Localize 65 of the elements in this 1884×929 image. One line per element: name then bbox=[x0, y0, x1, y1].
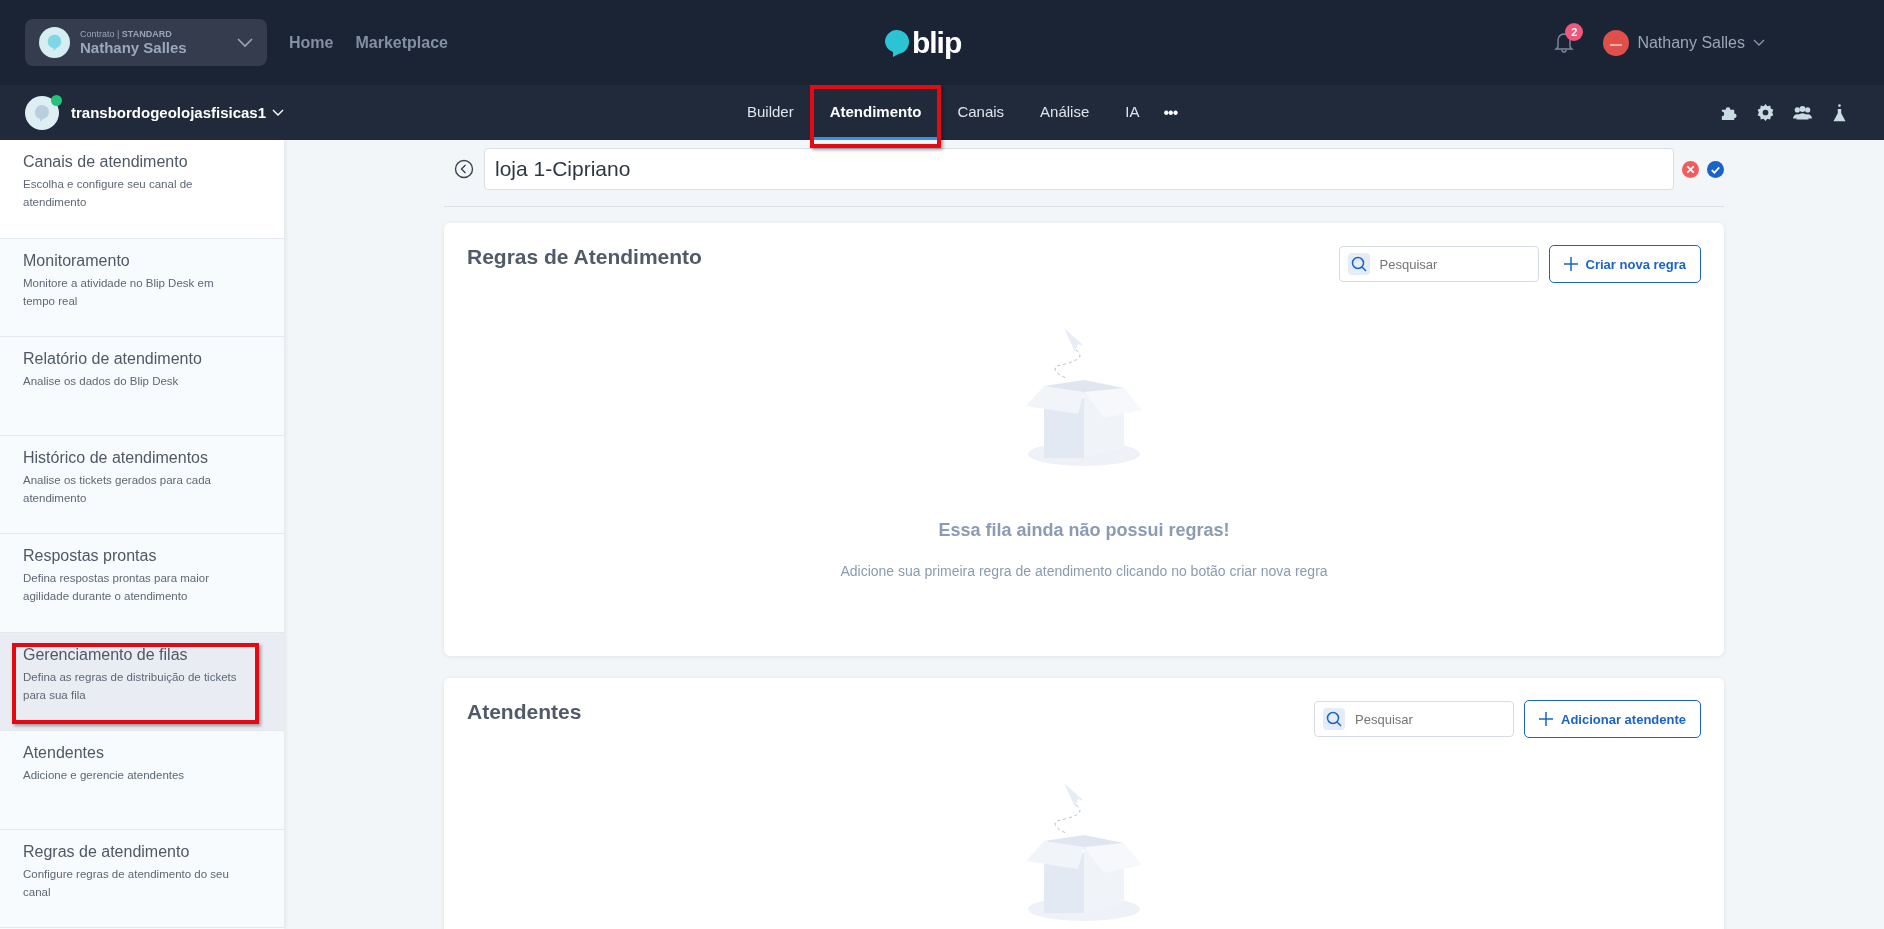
nav-tab[interactable]: Atendimento bbox=[811, 85, 940, 140]
sidebar-item[interactable]: Gerenciamento de filas Defina as regras de distribuição de tickets para sua fila bbox=[0, 632, 284, 731]
sidebar-item-description: Escolha e configure seu canal de atendimento bbox=[23, 177, 194, 210]
avatar-icon bbox=[1603, 29, 1630, 56]
queue-name-field[interactable]: loja 1-Cipriano bbox=[484, 148, 1674, 190]
chevron-down-icon bbox=[272, 109, 285, 116]
chat-bubble-icon bbox=[39, 27, 70, 58]
section-title: Regras de Atendimento bbox=[467, 245, 702, 269]
bot-name[interactable]: transbordogeolojasfisicas1 bbox=[71, 104, 267, 121]
sidebar-item[interactable]: Monitoramento Monitore a atividade no Blip Desk em tempo real bbox=[0, 238, 284, 337]
sidebar-item[interactable]: Canais de atendimento Escolha e configure seu canal de atendimento bbox=[0, 140, 284, 239]
plus-icon bbox=[1563, 257, 1578, 271]
logo-bubble-icon bbox=[882, 28, 911, 57]
people-icon[interactable] bbox=[1793, 103, 1812, 122]
search-icon bbox=[1323, 708, 1346, 730]
chevron-down-icon bbox=[1753, 39, 1765, 46]
sidebar-item-description: Analise os dados do Blip Desk bbox=[23, 374, 180, 389]
contract-plan: Contrato | STANDARD bbox=[80, 29, 173, 39]
search-field[interactable]: Pesquisar bbox=[1314, 701, 1515, 737]
sidebar-item-title: Histórico de atendimentos bbox=[23, 448, 209, 467]
section-title: Atendentes bbox=[467, 700, 582, 724]
add-button[interactable]: Criar nova regra bbox=[1548, 245, 1701, 283]
search-field[interactable]: Pesquisar bbox=[1338, 246, 1539, 282]
sidebar-item-description: Adicione e gerencie atendentes bbox=[23, 768, 186, 783]
nav-tab[interactable]: Canais bbox=[939, 85, 1023, 140]
empty-state-title: Essa fila ainda não possui regras! bbox=[938, 520, 1230, 541]
cancel-icon[interactable] bbox=[1682, 160, 1699, 178]
empty-state-text: Adicione sua primeira regra de atendimento clicando no botão criar nova regra bbox=[840, 563, 1328, 579]
sidebar-item-description: Configure regras de atendimento do seu canal bbox=[23, 866, 230, 900]
bot-avatar-icon bbox=[25, 95, 59, 130]
logo-text: blip bbox=[911, 25, 962, 60]
sidebar-item[interactable]: Respostas prontas Defina respostas prontas para maior agilidade durante o atendimento bbox=[0, 534, 284, 633]
sidebar-item[interactable]: Histórico de atendimentos Analise os tickets gerados para cada atendimento bbox=[0, 435, 284, 534]
sidebar-item-title: Respostas prontas bbox=[23, 547, 158, 565]
confirm-icon[interactable] bbox=[1707, 160, 1724, 178]
chevron-down-icon bbox=[237, 37, 253, 48]
notifications-bell-icon[interactable] bbox=[1554, 30, 1575, 53]
more-button[interactable]: ••• bbox=[1157, 85, 1184, 140]
settings-icon[interactable] bbox=[1756, 103, 1775, 122]
sidebar-item-title: Relatório de atendimento bbox=[23, 350, 203, 368]
search-icon bbox=[1347, 253, 1370, 275]
plus-icon bbox=[1539, 712, 1554, 726]
contract-name: Nathany Salles bbox=[80, 39, 188, 56]
back-icon[interactable] bbox=[454, 159, 474, 179]
sidebar-item-title: Monitoramento bbox=[23, 251, 131, 270]
nav-tab[interactable]: IA bbox=[1107, 85, 1158, 140]
user-name[interactable]: Nathany Salles bbox=[1637, 33, 1745, 52]
sidebar-item-title: Regras de atendimento bbox=[23, 842, 191, 861]
sidebar-item-title: Canais de atendimento bbox=[23, 153, 189, 171]
sidebar-item-description: Monitore a atividade no Blip Desk em tempo real bbox=[23, 275, 215, 309]
sidebar-item[interactable]: Atendentes Adicione e gerencie atendentes bbox=[0, 731, 284, 830]
nav-tab[interactable]: Análise bbox=[1022, 85, 1108, 140]
notification-count: 2 bbox=[1565, 22, 1584, 41]
sidebar-item[interactable]: Regras de atendimento Configure regras de atendimento do seu canal bbox=[0, 829, 284, 928]
add-button[interactable]: Adicionar atendente bbox=[1524, 700, 1701, 738]
sidebar-item-title: Atendentes bbox=[23, 744, 105, 762]
sidebar-item-title: Gerenciamento de filas bbox=[23, 645, 189, 664]
nav-tab[interactable]: Builder bbox=[729, 85, 812, 140]
sidebar-item[interactable]: Relatório de atendimento Analise os dados do Blip Desk bbox=[0, 337, 284, 436]
contract-selector[interactable]: Contrato | STANDARD Nathany Salles bbox=[25, 19, 267, 66]
nav-link[interactable]: Home bbox=[289, 33, 334, 52]
sidebar-item-description: Analise os tickets gerados para cada atendimento bbox=[23, 472, 212, 506]
nav-link[interactable]: Marketplace bbox=[355, 33, 448, 52]
sidebar-item-description: Defina respostas prontas para maior agilidade durante o atendimento bbox=[23, 571, 210, 604]
sidebar-item-description: Defina as regras de distribuição de tickets para sua fila bbox=[23, 669, 238, 703]
